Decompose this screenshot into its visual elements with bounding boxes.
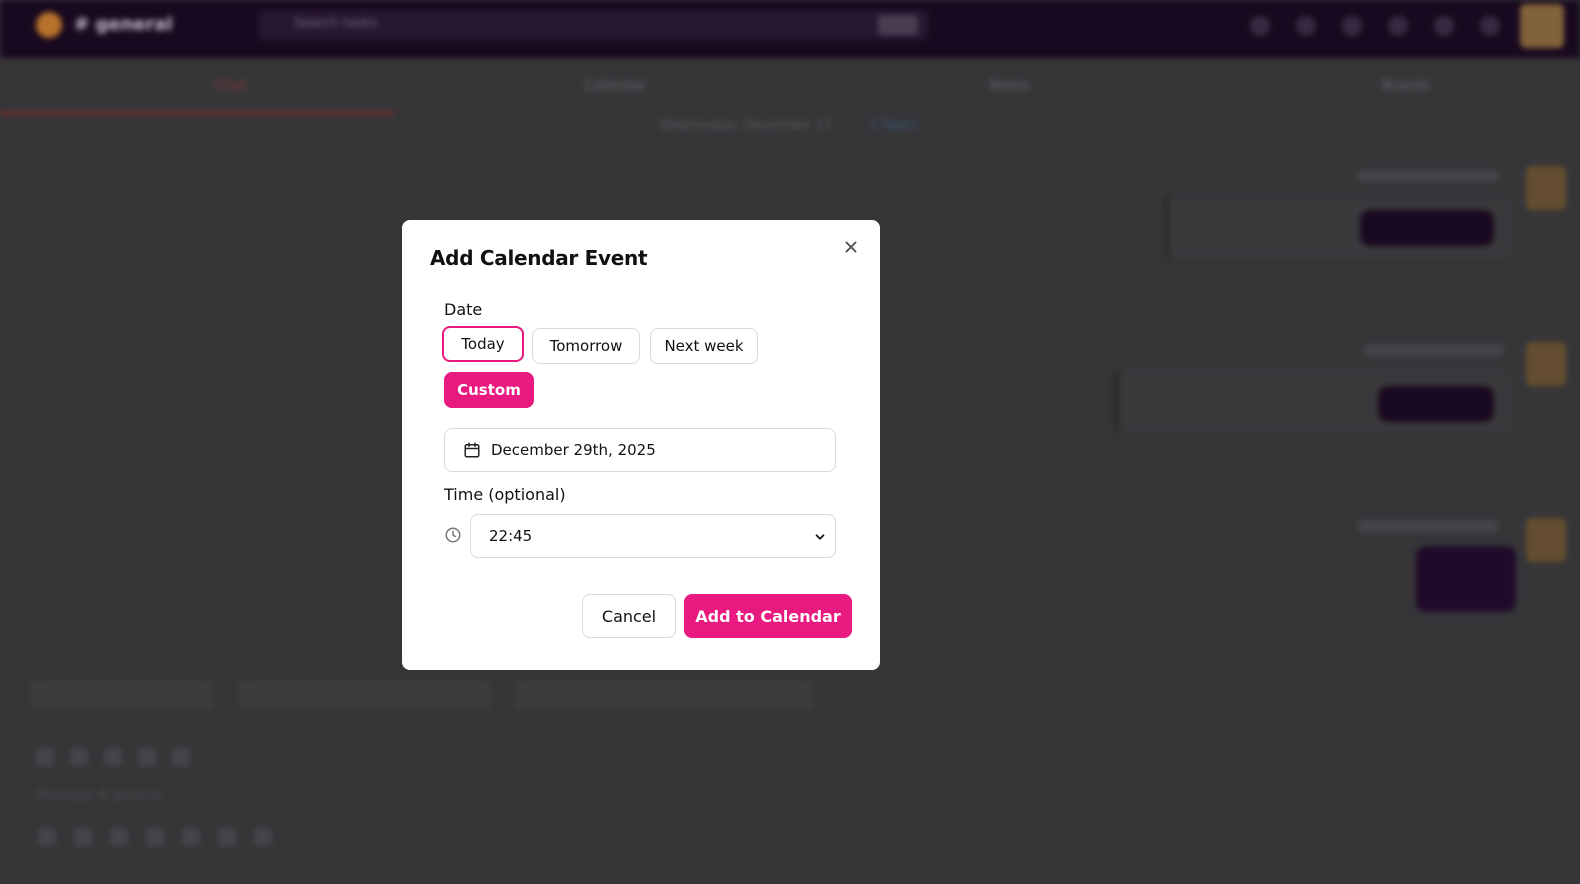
- today-button[interactable]: Today: [442, 326, 524, 362]
- chevron-down-icon: [815, 534, 825, 540]
- date-picker-button[interactable]: December 29th, 2025: [444, 428, 836, 472]
- calendar-icon: [464, 442, 480, 458]
- close-icon[interactable]: [840, 236, 862, 258]
- cancel-button[interactable]: Cancel: [582, 594, 676, 638]
- date-label: Date: [444, 300, 483, 319]
- custom-button[interactable]: Custom: [444, 372, 534, 408]
- time-label: Time (optional): [444, 485, 566, 504]
- time-value: 22:45: [489, 527, 533, 545]
- next-week-button[interactable]: Next week: [650, 328, 758, 364]
- add-calendar-event-dialog: Add Calendar Event Date Today Tomorrow N…: [402, 220, 880, 670]
- add-to-calendar-button[interactable]: Add to Calendar: [684, 594, 852, 638]
- clock-icon: [445, 527, 461, 543]
- dialog-title: Add Calendar Event: [430, 246, 648, 270]
- date-value: December 29th, 2025: [491, 441, 656, 459]
- tomorrow-button[interactable]: Tomorrow: [532, 328, 640, 364]
- time-select[interactable]: 22:45: [470, 514, 836, 558]
